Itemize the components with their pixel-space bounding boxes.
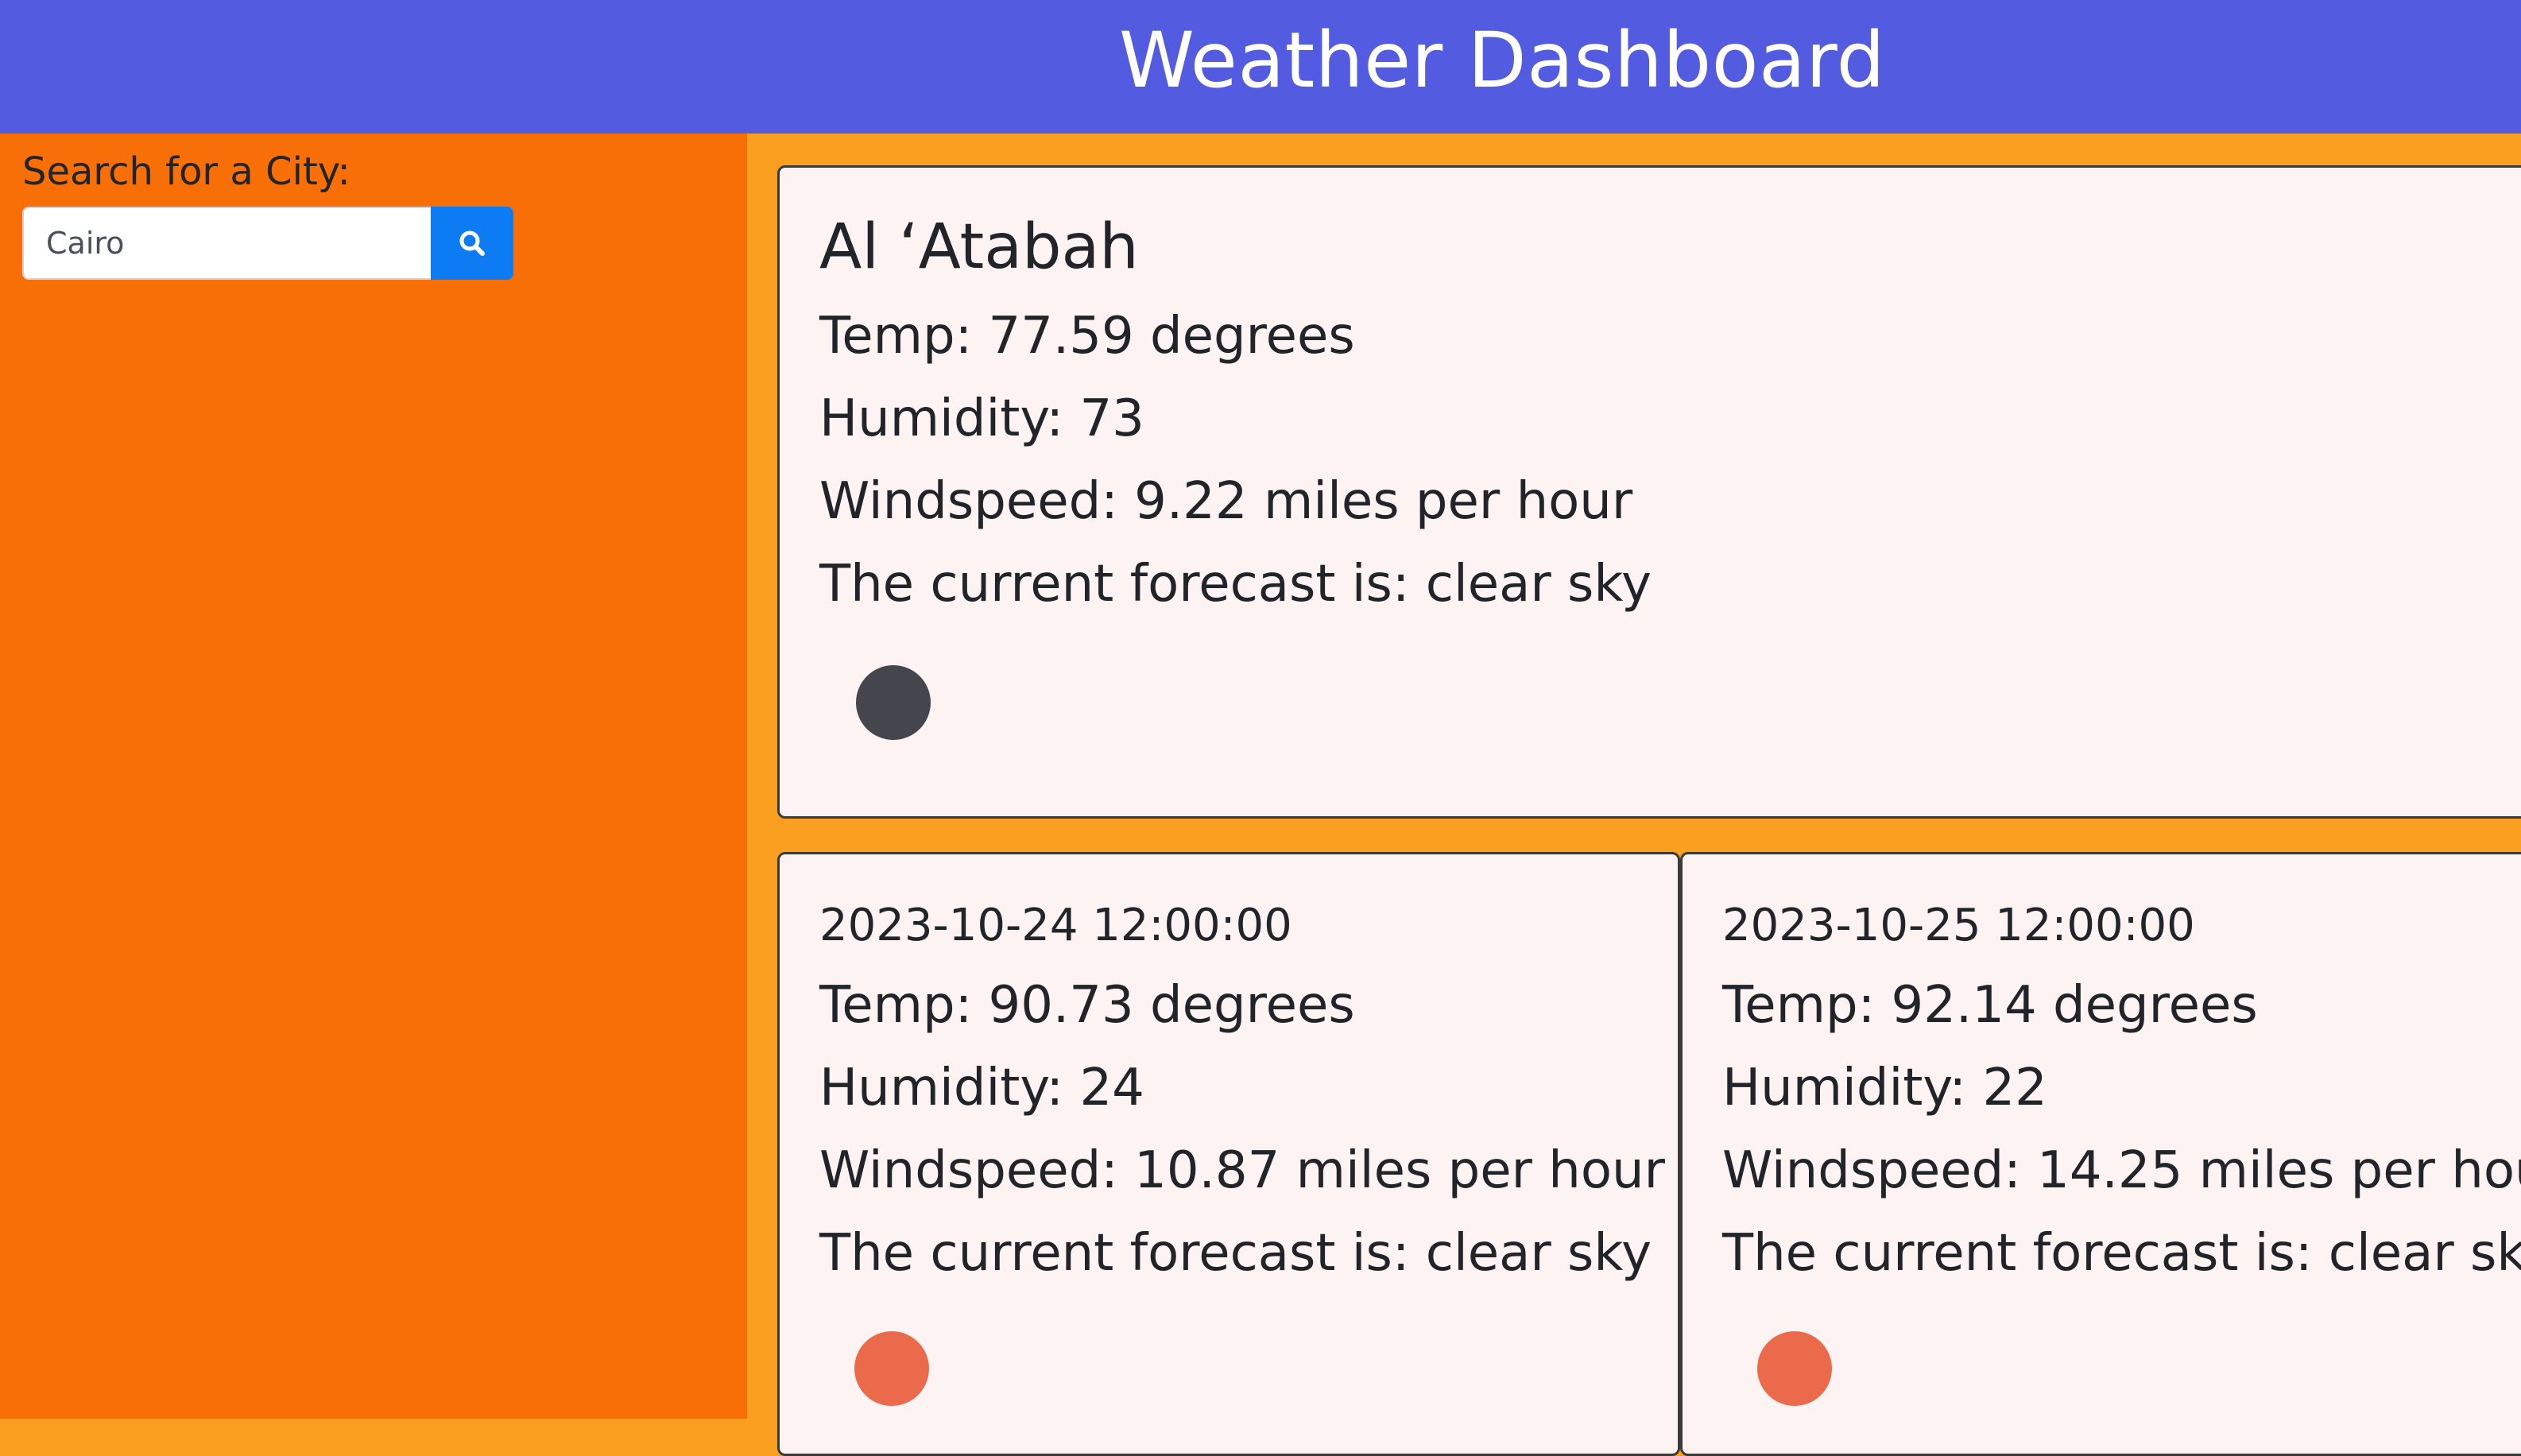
forecast-humidity: Humidity: 22: [1722, 1059, 2047, 1117]
current-forecast: The current forecast is: clear sky: [819, 555, 1652, 614]
search-input[interactable]: [22, 207, 431, 280]
clear-sky-day-icon: [1757, 1331, 1832, 1406]
current-windspeed: Windspeed: 9.22 miles per hour: [819, 472, 1633, 531]
search-label: Search for a City:: [22, 149, 350, 194]
search-icon: [431, 227, 513, 259]
forecast-windspeed: Windspeed: 14.25 miles per hour: [1722, 1141, 2521, 1200]
forecast-windspeed: Windspeed: 10.87 miles per hour: [819, 1141, 1665, 1200]
forecast-date: 2023-10-24 12:00:00: [819, 900, 1292, 951]
main-content: Al ‘Atabah Temp: 77.59 degrees Humidity:…: [747, 134, 2521, 1456]
forecast-temp: Temp: 92.14 degrees: [1722, 976, 2258, 1035]
page-title: Weather Dashboard: [1118, 16, 1886, 105]
page-header: Weather Dashboard: [0, 0, 2521, 134]
forecast-date: 2023-10-25 12:00:00: [1722, 900, 2195, 951]
clear-sky-night-icon: [856, 665, 931, 740]
sidebar: Search for a City:: [0, 134, 747, 1419]
city-name: Al ‘Atabah: [819, 211, 1139, 283]
search-button[interactable]: [431, 207, 513, 280]
clear-sky-day-icon: [854, 1331, 929, 1406]
current-weather-card: Al ‘Atabah Temp: 77.59 degrees Humidity:…: [777, 165, 2521, 819]
forecast-description: The current forecast is: clear sky: [1722, 1224, 2521, 1283]
current-humidity: Humidity: 73: [819, 389, 1144, 448]
forecast-humidity: Humidity: 24: [819, 1059, 1144, 1117]
forecast-description: The current forecast is: clear sky: [819, 1224, 1652, 1283]
forecast-temp: Temp: 90.73 degrees: [819, 976, 1355, 1035]
forecast-card: 2023-10-24 12:00:00 Temp: 90.73 degrees …: [777, 852, 1680, 1456]
forecast-card: 2023-10-25 12:00:00 Temp: 92.14 degrees …: [1680, 852, 2521, 1456]
current-temp: Temp: 77.59 degrees: [819, 307, 1355, 366]
